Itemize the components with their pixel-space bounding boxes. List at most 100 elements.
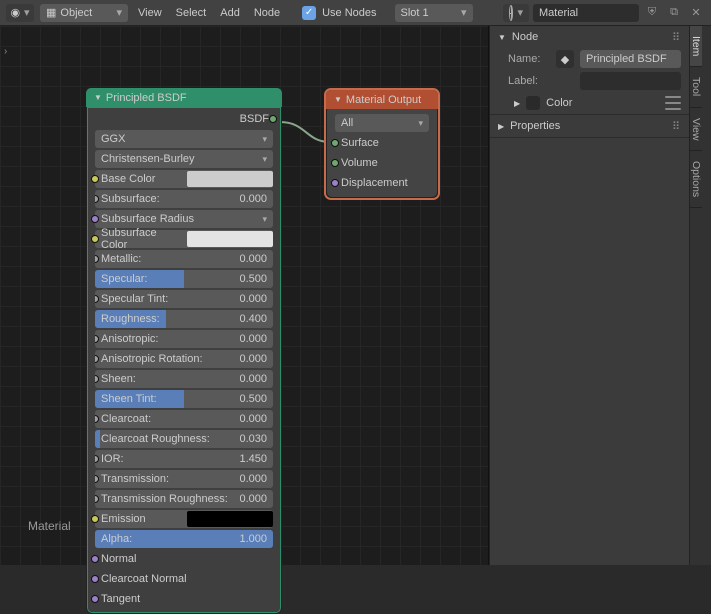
expand-triangle-icon[interactable]: ▶ [514,99,520,108]
node-editor-canvas[interactable]: › Material ▼ Principled BSDF BSDF GGX▾ C… [0,26,489,565]
collapse-triangle-icon[interactable]: ▼ [334,95,342,104]
socket-in[interactable] [95,375,99,383]
node-material-output[interactable]: ▼ Material Output All▾ Surface Volume Di… [324,88,440,200]
socket-in[interactable] [91,555,99,563]
tab-view[interactable]: View [690,108,702,152]
input-label: Transmission Roughness: [101,493,228,505]
color-swatch[interactable] [187,231,273,247]
color-swatch[interactable] [187,511,273,527]
socket-in[interactable] [95,195,99,203]
input-slider[interactable]: Anisotropic:0.000 [95,330,273,348]
color-presets-icon[interactable] [665,96,681,110]
socket-in[interactable] [331,159,339,167]
field-node-name: Name: ◆ Principled BSDF [490,48,689,70]
input-slider[interactable]: IOR:1.450 [95,450,273,468]
socket-in[interactable] [91,175,99,183]
node-header[interactable]: ▼ Principled BSDF [86,88,282,107]
socket-in[interactable] [95,475,99,483]
socket-in[interactable] [91,595,99,603]
node-name-input[interactable]: Principled BSDF [580,50,681,68]
output-target-selector[interactable]: All▾ [335,114,429,132]
use-nodes-checkbox[interactable]: ✓ [302,6,316,20]
panel-header-properties[interactable]: ▶ Properties ⠿ [490,115,689,137]
tab-options[interactable]: Options [690,151,702,208]
input-slider[interactable]: Clearcoat:0.000 [95,410,273,428]
input-label: Alpha: [101,533,132,545]
node-header[interactable]: ▼ Material Output [326,90,438,109]
tab-tool[interactable]: Tool [690,67,702,107]
input-value: 1.450 [239,453,267,465]
node-principled-bsdf[interactable]: ▼ Principled BSDF BSDF GGX▾ Christensen-… [86,88,282,614]
interaction-mode-selector[interactable]: ▦ Object ▾ [40,4,128,22]
distribution-selector[interactable]: GGX▾ [95,130,273,148]
socket-in[interactable] [95,295,99,303]
input-label: Emission [101,513,146,525]
unlink-button[interactable]: ✕ [687,4,705,22]
slot-selector[interactable]: Slot 1 ▾ [395,4,473,22]
node-type-icon[interactable]: ◆ [556,50,574,68]
object-mode-icon: ▦ [46,6,56,19]
input-slider[interactable]: Metallic:0.000 [95,250,273,268]
node-label-input[interactable] [580,72,681,90]
grip-icon: ⠿ [672,120,681,133]
input-value: 0.000 [239,493,267,505]
menu-view[interactable]: View [134,7,166,19]
new-material-button[interactable]: ⧉ [665,4,683,22]
material-name-field[interactable]: Material [533,4,639,22]
tab-item[interactable]: Item [690,26,702,67]
input-slider[interactable]: Transmission Roughness: 0.000 [95,490,273,508]
socket-in[interactable] [91,575,99,583]
input-label: Transmission: [101,473,169,485]
socket-in[interactable] [95,335,99,343]
breadcrumb[interactable]: › [4,46,7,57]
socket-in[interactable] [95,255,99,263]
socket-in[interactable] [91,235,99,243]
input-clearcoat-normal: Clearcoat Normal [95,570,273,588]
socket-in[interactable] [331,139,339,147]
input-emission[interactable]: Emission [95,510,273,528]
input-subsurface[interactable]: Subsurface: 0.000 [95,190,273,208]
menu-node[interactable]: Node [250,7,284,19]
dropdown-value: Christensen-Burley [101,153,195,165]
socket-in[interactable] [91,215,99,223]
collapse-triangle-icon[interactable]: ▼ [94,93,102,102]
collapse-triangle-icon[interactable]: ▼ [498,33,506,42]
editor-type-selector[interactable]: ◉▾ [6,4,34,22]
node-body: BSDF GGX▾ Christensen-Burley▾ Base Color… [86,107,282,614]
mode-label: Object [60,7,92,19]
input-subsurface-color[interactable]: Subsurface Color [95,230,273,248]
use-custom-color-checkbox[interactable] [526,96,540,110]
input-slider[interactable]: Transmission: 0.000 [95,470,273,488]
panel-header-node[interactable]: ▼ Node ⠿ [490,26,689,48]
input-subsurface-radius[interactable]: Subsurface Radius▾ [95,210,273,228]
pin-button[interactable]: ⛨ [643,4,661,22]
input-slider[interactable]: Clearcoat Roughness:0.030 [95,430,273,448]
input-slider[interactable]: Sheen Tint:0.500 [95,390,273,408]
node-editor-header: ◉▾ ▦ Object ▾ View Select Add Node ✓ Use… [0,0,711,26]
input-base-color[interactable]: Base Color [95,170,273,188]
input-alpha[interactable]: Alpha: 1.000 [95,530,273,548]
socket-in[interactable] [95,355,99,363]
input-slider[interactable]: Roughness:0.400 [95,310,273,328]
input-label: Subsurface: [101,193,160,205]
socket-in[interactable] [95,455,99,463]
material-browse-button[interactable]: ▾ [503,4,529,22]
socket-in[interactable] [95,415,99,423]
socket-out-bsdf[interactable] [269,115,277,123]
socket-in[interactable] [91,515,99,523]
color-swatch[interactable] [187,171,273,187]
menu-add[interactable]: Add [216,7,244,19]
collapse-triangle-icon[interactable]: ▶ [498,122,504,131]
node-title: Material Output [346,94,421,106]
menu-select[interactable]: Select [172,7,211,19]
input-slider[interactable]: Specular Tint:0.000 [95,290,273,308]
input-slider[interactable]: Sheen:0.000 [95,370,273,388]
node-body: All▾ Surface Volume Displacement [326,109,438,198]
input-slider[interactable]: Specular:0.500 [95,270,273,288]
sss-method-selector[interactable]: Christensen-Burley▾ [95,150,273,168]
socket-in[interactable] [331,179,339,187]
slot-label: Slot 1 [401,7,429,19]
input-value: 0.000 [239,473,267,485]
input-slider[interactable]: Anisotropic Rotation:0.000 [95,350,273,368]
socket-in[interactable] [95,495,99,503]
